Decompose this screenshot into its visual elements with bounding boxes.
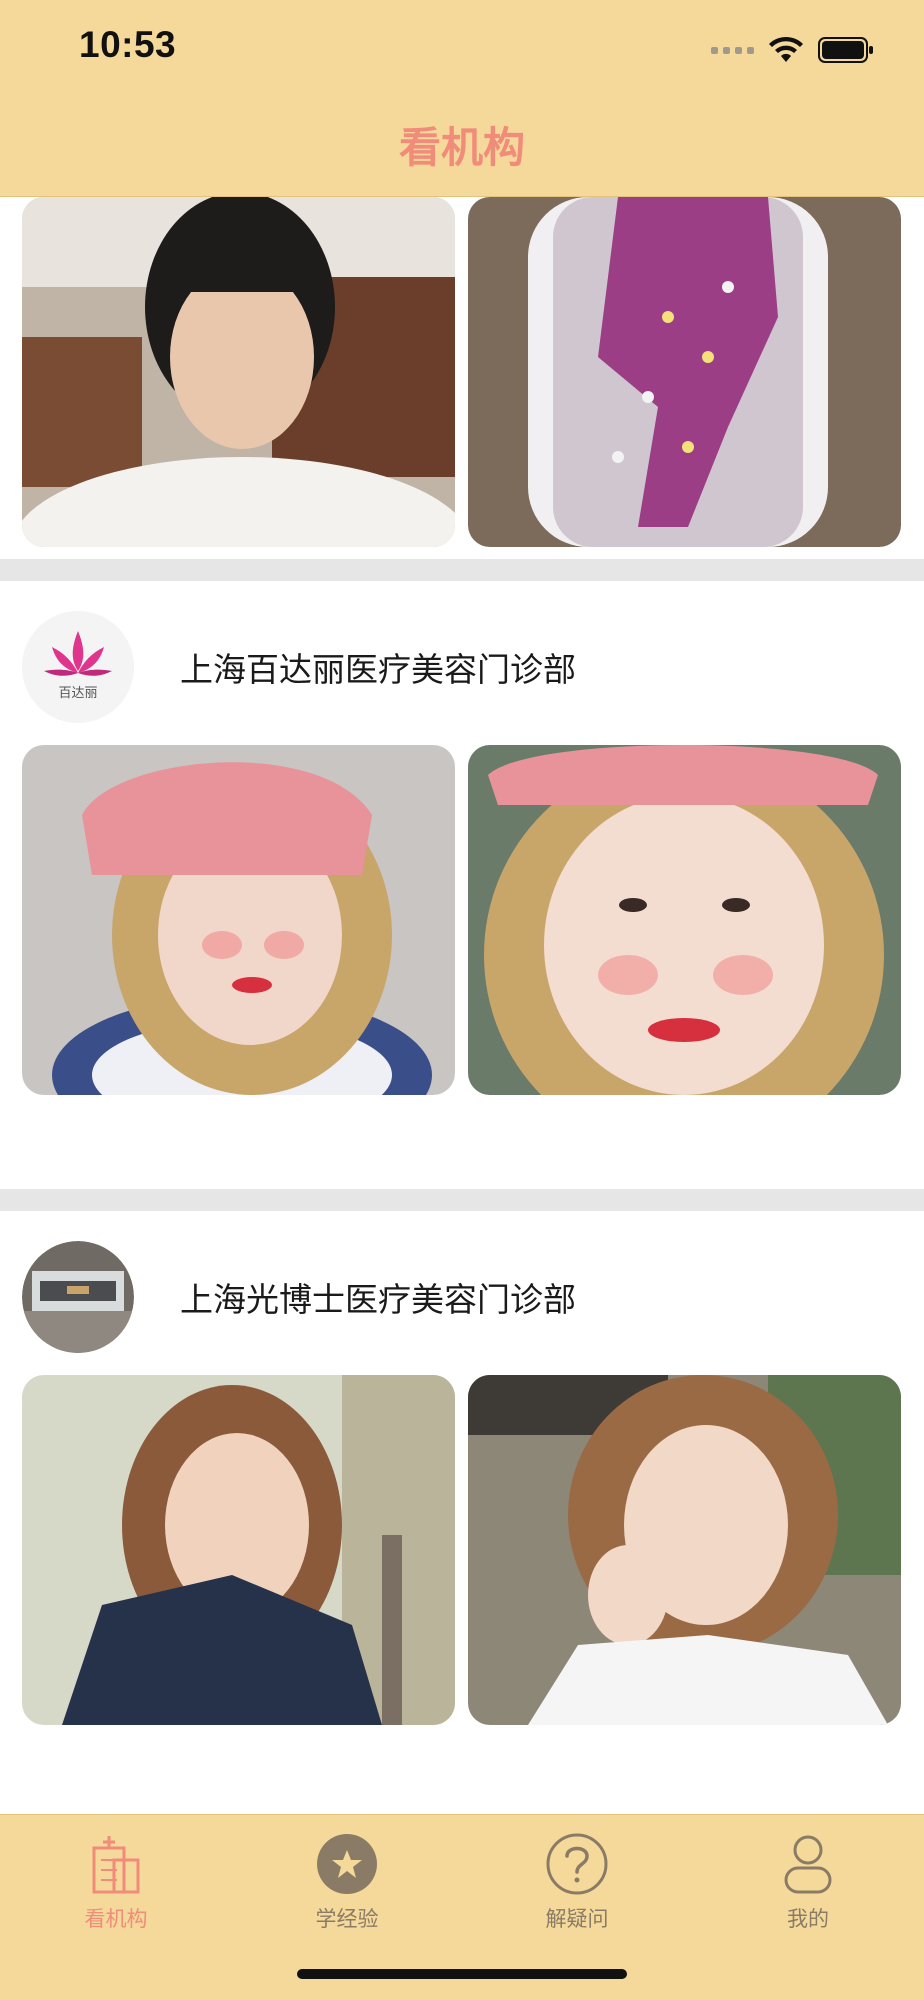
building-icon bbox=[46, 1829, 186, 1899]
clinic-photo-row bbox=[22, 197, 902, 547]
tab-experience[interactable]: 学经验 bbox=[277, 1829, 417, 1933]
clinic-name: 上海光博士医疗美容门诊部 bbox=[180, 1280, 576, 1319]
top-bar: 10:53 看机构 bbox=[0, 0, 924, 197]
tab-profile[interactable]: 我的 bbox=[738, 1829, 878, 1933]
clinic-logo-text: 百达丽 bbox=[58, 686, 97, 701]
clinic-photo-row bbox=[22, 1375, 902, 1725]
clinic-header[interactable]: 百达丽 上海百达丽医疗美容门诊部 bbox=[22, 611, 902, 723]
status-time: 10:53 bbox=[79, 24, 177, 65]
battery-icon bbox=[818, 36, 874, 64]
tab-label: 我的 bbox=[787, 1907, 829, 1931]
section-divider bbox=[0, 1189, 924, 1211]
clinic-photo[interactable] bbox=[468, 745, 901, 1095]
star-icon bbox=[277, 1829, 417, 1899]
clinic-photo[interactable] bbox=[468, 1375, 901, 1725]
section-divider bbox=[0, 559, 924, 581]
clinic-photo[interactable] bbox=[22, 745, 455, 1095]
clinic-photo[interactable] bbox=[22, 197, 455, 547]
tab-questions[interactable]: 解疑问 bbox=[507, 1829, 647, 1933]
clinic-feed[interactable]: 百达丽 上海百达丽医疗美容门诊部 上海光博士医疗美容门诊部 bbox=[0, 197, 924, 1814]
wifi-icon bbox=[768, 36, 804, 64]
person-icon bbox=[738, 1829, 878, 1899]
status-icons bbox=[711, 32, 874, 68]
clinic-photo[interactable] bbox=[468, 197, 901, 547]
home-indicator bbox=[297, 1969, 627, 1979]
clinic-logo: 百达丽 bbox=[22, 611, 134, 723]
clinic-photo[interactable] bbox=[22, 1375, 455, 1725]
clinic-header[interactable]: 上海光博士医疗美容门诊部 bbox=[22, 1241, 902, 1353]
page-title: 看机构 bbox=[398, 123, 525, 172]
tab-institutions[interactable]: 看机构 bbox=[46, 1829, 186, 1933]
clinic-name: 上海百达丽医疗美容门诊部 bbox=[180, 650, 576, 689]
tab-label: 看机构 bbox=[84, 1907, 148, 1931]
signal-icon bbox=[711, 46, 754, 54]
tab-label: 解疑问 bbox=[545, 1907, 609, 1931]
clinic-logo bbox=[22, 1241, 134, 1353]
clinic-photo-row bbox=[22, 745, 902, 1095]
question-icon bbox=[507, 1829, 647, 1899]
tab-label: 学经验 bbox=[315, 1907, 379, 1931]
